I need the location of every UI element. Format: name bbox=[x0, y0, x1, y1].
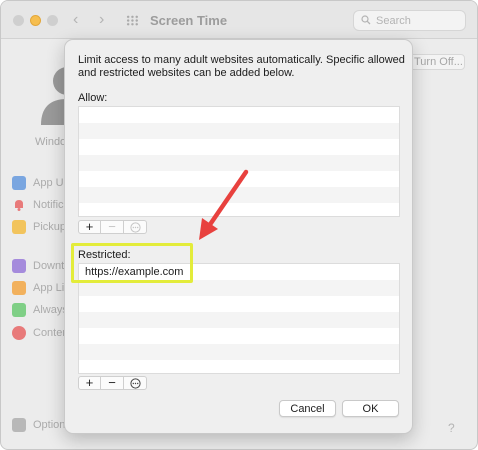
sidebar-item-label: Downti bbox=[33, 260, 67, 272]
window-title: Screen Time bbox=[150, 13, 228, 28]
options-label: Option bbox=[33, 419, 66, 431]
sidebar-item-app-usage[interactable]: App Us bbox=[12, 175, 72, 191]
sidebar-item-app-limits[interactable]: App Li bbox=[12, 280, 72, 296]
notifications-icon bbox=[12, 198, 26, 212]
allow-label: Allow: bbox=[78, 92, 108, 104]
options-button[interactable]: Option bbox=[12, 417, 72, 433]
forward-icon[interactable]: › bbox=[99, 11, 104, 29]
sidebar-item-label: Pickup bbox=[33, 221, 67, 233]
restricted-add-button[interactable]: + bbox=[78, 376, 101, 390]
sidebar-item-always-allowed[interactable]: Always bbox=[12, 302, 72, 318]
search-placeholder: Search bbox=[376, 15, 411, 27]
website-restrictions-sheet: Limit access to many adult websites auto… bbox=[64, 39, 413, 434]
content-privacy-icon bbox=[12, 326, 26, 340]
sidebar-item-label: Notific bbox=[33, 199, 64, 211]
allow-list[interactable] bbox=[78, 106, 400, 217]
ellipsis-circle-icon bbox=[129, 221, 141, 233]
title-bar: ‹ › Screen Time Search bbox=[1, 1, 477, 39]
allow-list-rows bbox=[79, 107, 399, 216]
sidebar-item-notifications[interactable]: Notific bbox=[12, 197, 72, 213]
restricted-options-button[interactable] bbox=[124, 376, 147, 390]
sidebar-item-downtime[interactable]: Downti bbox=[12, 258, 72, 274]
always-allowed-icon bbox=[12, 303, 26, 317]
zoom-window-button[interactable] bbox=[47, 15, 58, 26]
pickups-icon bbox=[12, 220, 26, 234]
minimize-window-button[interactable] bbox=[30, 15, 41, 26]
highlight-box bbox=[71, 243, 193, 283]
back-icon[interactable]: ‹ bbox=[73, 11, 78, 29]
sheet-description: Limit access to many adult websites auto… bbox=[78, 54, 405, 79]
help-button[interactable]: ? bbox=[448, 421, 455, 435]
sidebar-item-pickups[interactable]: Pickup bbox=[12, 219, 72, 235]
restricted-list-controls: + − bbox=[78, 376, 147, 390]
sidebar-item-content-privacy[interactable]: Conten bbox=[12, 325, 72, 341]
turn-off-button[interactable]: Turn Off... bbox=[409, 54, 465, 70]
cancel-button[interactable]: Cancel bbox=[279, 400, 336, 417]
ok-button[interactable]: OK bbox=[342, 400, 399, 417]
options-icon bbox=[12, 418, 26, 432]
app-limits-icon bbox=[12, 281, 26, 295]
close-window-button[interactable] bbox=[13, 15, 24, 26]
allow-list-controls: + − bbox=[78, 220, 147, 234]
app-usage-icon bbox=[12, 176, 26, 190]
user-name: Windo bbox=[35, 136, 67, 148]
allow-options-button[interactable] bbox=[124, 220, 147, 234]
sidebar-item-label: Always bbox=[33, 304, 68, 316]
ellipsis-circle-icon bbox=[129, 377, 141, 389]
show-all-grid-icon[interactable] bbox=[126, 15, 139, 26]
search-input[interactable]: Search bbox=[353, 10, 466, 31]
downtime-icon bbox=[12, 259, 26, 273]
search-icon bbox=[361, 15, 371, 25]
sidebar-item-label: App Li bbox=[33, 282, 65, 294]
restricted-remove-button[interactable]: − bbox=[101, 376, 124, 390]
allow-remove-button[interactable]: − bbox=[101, 220, 124, 234]
allow-add-button[interactable]: + bbox=[78, 220, 101, 234]
